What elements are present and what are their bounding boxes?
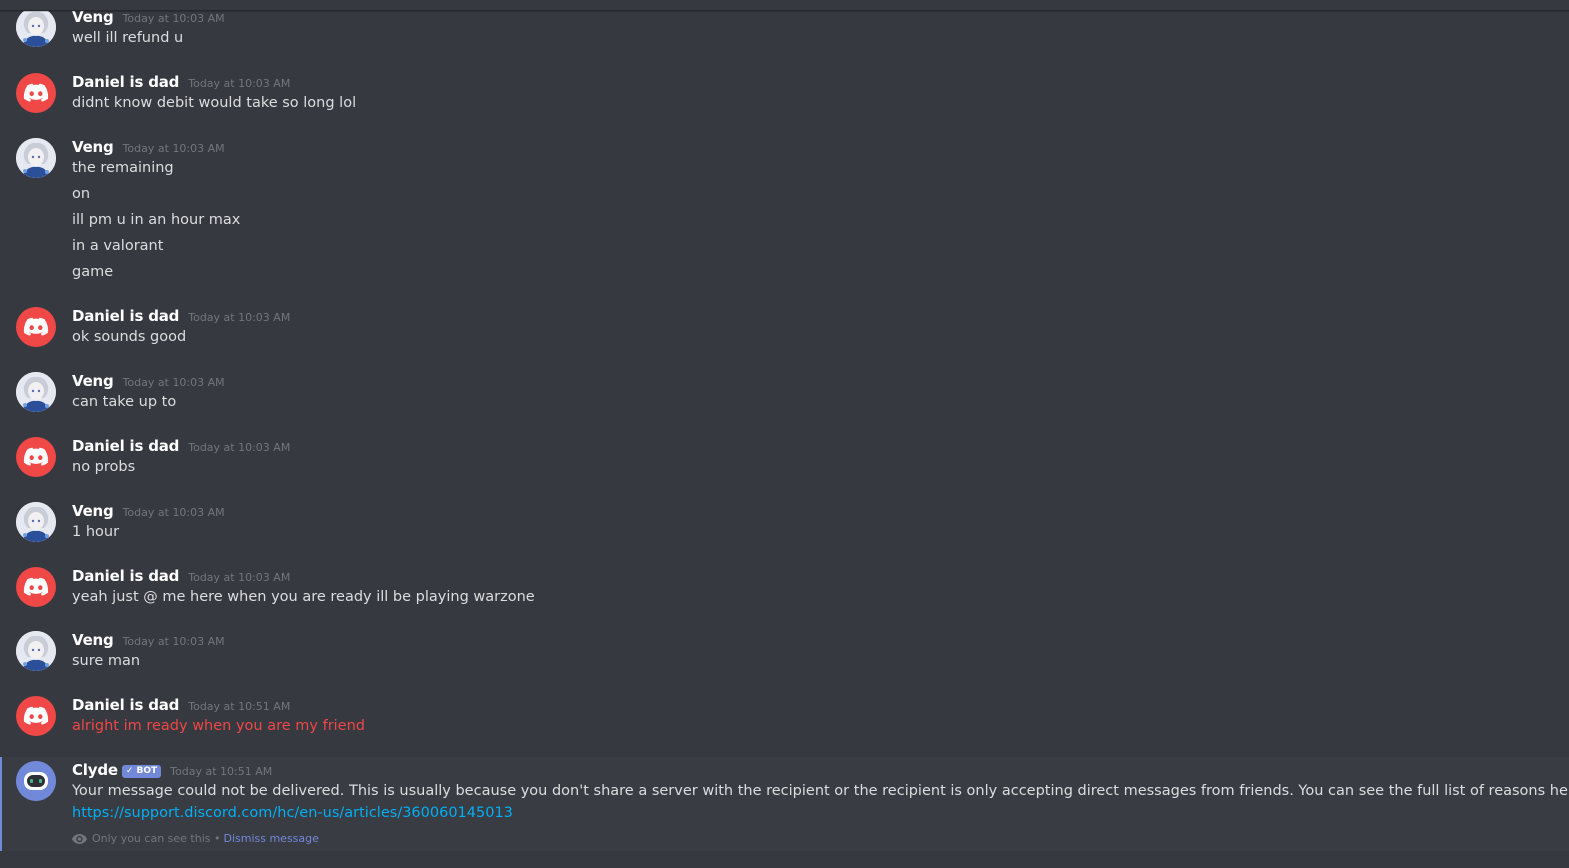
message-header: Veng Today at 10:03 AM <box>72 138 225 156</box>
message-content: the remaining <box>72 160 174 176</box>
message-header: Daniel is dad Today at 10:03 AM <box>72 73 290 91</box>
message-header: Daniel is dad Today at 10:03 AM <box>72 567 290 585</box>
message-header: Clyde ✓ BOT Today at 10:51 AM <box>72 761 272 780</box>
username[interactable]: Veng <box>72 502 114 520</box>
timestamp[interactable]: Today at 10:03 AM <box>123 376 225 389</box>
timestamp[interactable]: Today at 10:03 AM <box>188 77 290 90</box>
avatar[interactable] <box>16 437 56 477</box>
avatar[interactable] <box>16 502 56 542</box>
ephemeral-note: Only you can see this • Dismiss message <box>72 832 319 845</box>
timestamp[interactable]: Today at 10:03 AM <box>188 571 290 584</box>
clyde-avatar[interactable] <box>16 761 56 801</box>
timestamp[interactable]: Today at 10:03 AM <box>123 142 225 155</box>
timestamp[interactable]: Today at 10:03 AM <box>123 635 225 648</box>
timestamp[interactable]: Today at 10:03 AM <box>123 12 225 25</box>
veng-avatar-icon <box>16 631 56 671</box>
discord-logo-icon <box>23 577 49 596</box>
message-content: can take up to <box>72 394 177 410</box>
message-content: sure man <box>72 653 141 669</box>
timestamp[interactable]: Today at 10:03 AM <box>123 506 225 519</box>
discord-logo-icon <box>23 317 49 336</box>
message-header: Veng Today at 10:03 AM <box>72 502 225 520</box>
message-content: ill pm u in an hour max <box>72 212 241 228</box>
username[interactable]: Daniel is dad <box>72 437 179 455</box>
username[interactable]: Daniel is dad <box>72 73 179 91</box>
veng-avatar-icon <box>16 138 56 178</box>
support-link[interactable]: https://support.discord.com/hc/en-us/art… <box>72 805 513 821</box>
timestamp[interactable]: Today at 10:03 AM <box>188 311 290 324</box>
veng-avatar-icon <box>16 372 56 412</box>
username[interactable]: Veng <box>72 631 114 649</box>
username[interactable]: Clyde <box>72 761 118 779</box>
message-content: 1 hour <box>72 524 120 540</box>
avatar[interactable] <box>16 372 56 412</box>
avatar[interactable] <box>16 73 56 113</box>
message-content: didnt know debit would take so long lol <box>72 95 357 111</box>
username[interactable]: Veng <box>72 138 114 156</box>
failed-message-content: alright im ready when you are my friend <box>72 718 366 734</box>
timestamp[interactable]: Today at 10:03 AM <box>188 441 290 454</box>
veng-avatar-icon <box>16 502 56 542</box>
username[interactable]: Daniel is dad <box>72 307 179 325</box>
discord-logo-icon <box>23 706 49 725</box>
username[interactable]: Veng <box>72 372 114 390</box>
timestamp[interactable]: Today at 10:51 AM <box>188 700 290 713</box>
avatar[interactable] <box>16 307 56 347</box>
clyde-message-content: Your message could not be delivered. Thi… <box>72 783 1569 799</box>
message-header: Veng Today at 10:03 AM <box>72 372 225 390</box>
message-header: Daniel is dad Today at 10:03 AM <box>72 437 290 455</box>
message-content: yeah just @ me here when you are ready i… <box>72 589 535 605</box>
ephemeral-note-text: Only you can see this • <box>92 832 221 845</box>
clyde-bot-icon <box>16 761 56 801</box>
message-header: Daniel is dad Today at 10:03 AM <box>72 307 290 325</box>
message-header: Veng Today at 10:03 AM <box>72 631 225 649</box>
eye-icon <box>72 833 87 844</box>
avatar[interactable] <box>16 7 56 47</box>
timestamp[interactable]: Today at 10:51 AM <box>170 765 272 778</box>
message-content: on <box>72 186 91 202</box>
username[interactable]: Daniel is dad <box>72 567 179 585</box>
avatar[interactable] <box>16 138 56 178</box>
message-list: Veng Today at 10:03 AM well ill refund u… <box>0 0 1569 868</box>
username[interactable]: Daniel is dad <box>72 696 179 714</box>
message-content: ok sounds good <box>72 329 187 345</box>
avatar[interactable] <box>16 696 56 736</box>
dismiss-message-link[interactable]: Dismiss message <box>223 832 318 845</box>
channel-header-bar <box>0 0 1569 11</box>
avatar[interactable] <box>16 631 56 671</box>
bot-badge: ✓ BOT <box>121 764 162 778</box>
avatar[interactable] <box>16 567 56 607</box>
message-content: game <box>72 264 114 280</box>
discord-logo-icon <box>23 447 49 466</box>
veng-avatar-icon <box>16 7 56 47</box>
discord-logo-icon <box>23 83 49 102</box>
message-content: no probs <box>72 459 136 475</box>
message-header: Daniel is dad Today at 10:51 AM <box>72 696 290 714</box>
message-content: well ill refund u <box>72 30 184 46</box>
message-content: in a valorant <box>72 238 164 254</box>
